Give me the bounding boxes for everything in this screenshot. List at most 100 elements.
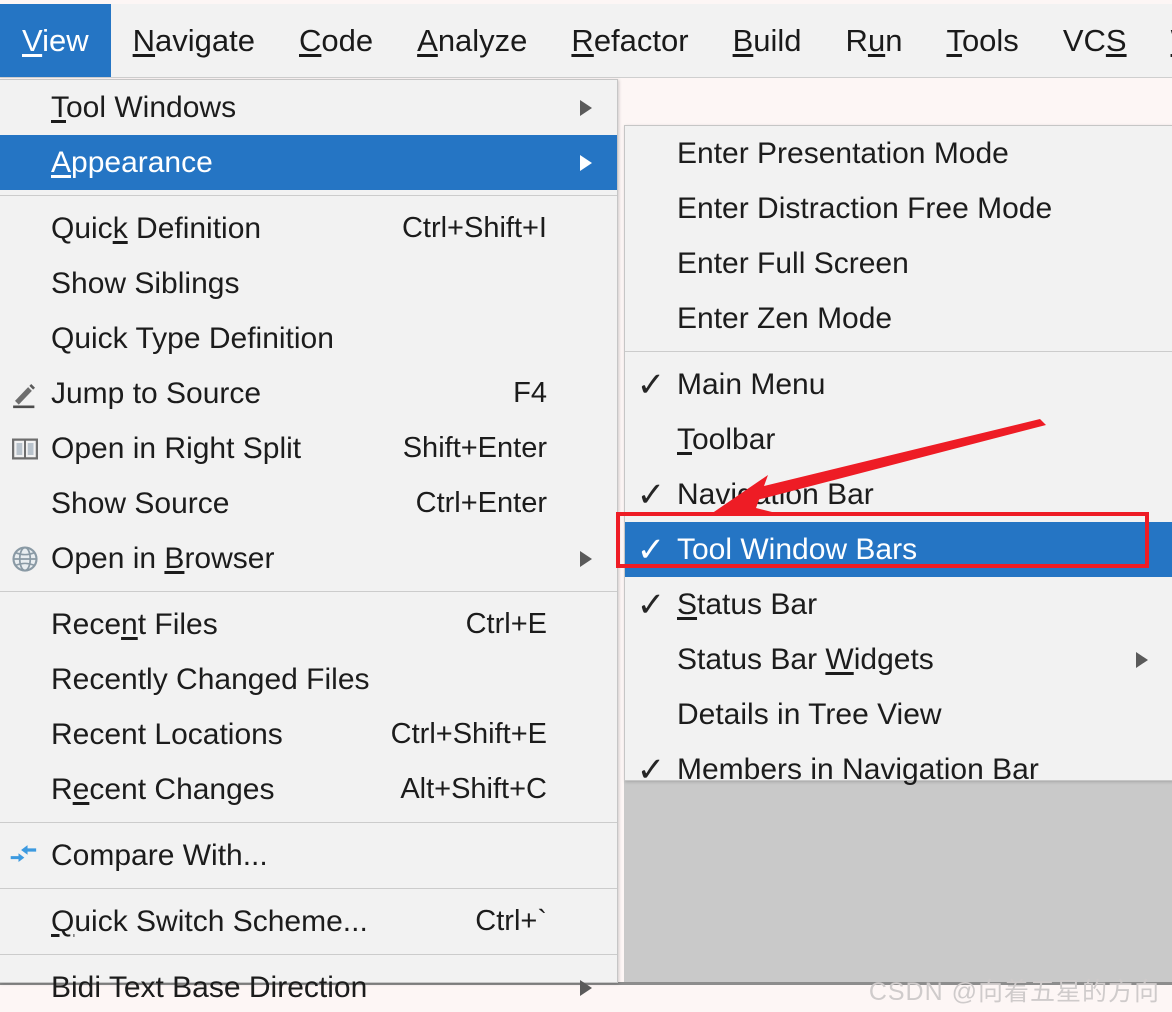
menu-item-label: Details in Tree View <box>677 697 942 731</box>
menu-item-status-bar-widgets[interactable]: Status Bar Widgets <box>625 632 1172 687</box>
menu-item-label: Status Bar <box>677 587 818 621</box>
menu-item-recently-changed-files[interactable]: Recently Changed Files <box>0 652 617 707</box>
globe-icon <box>0 544 51 574</box>
menu-separator <box>0 822 617 823</box>
menu-item-shortcut: Ctrl+Shift+I <box>401 212 547 244</box>
menu-item-jump-to-source[interactable]: Jump to Source F4 <box>0 366 617 421</box>
menubar-item-win[interactable]: Win <box>1149 4 1172 77</box>
menu-item-recent-files[interactable]: Recent Files Ctrl+E <box>0 597 617 652</box>
menu-item-details-in-tree-view[interactable]: Details in Tree View <box>625 687 1172 742</box>
check-icon: ✓ <box>636 365 666 404</box>
menu-item-shortcut: Alt+Shift+C <box>400 773 547 805</box>
menu-separator <box>0 888 617 889</box>
menubar-item-label: Build <box>732 22 802 58</box>
menubar-item-build[interactable]: Build <box>711 4 824 77</box>
appearance-submenu-popup: Enter Presentation Mode Enter Distraction… <box>624 125 1172 787</box>
menubar-item-label: View <box>22 22 89 58</box>
menu-item-label: Navigation Bar <box>677 477 874 511</box>
chevron-right-icon <box>569 97 617 119</box>
menubar-item-vcs[interactable]: VCS <box>1041 4 1149 77</box>
menu-item-shortcut: Ctrl+E <box>465 608 547 640</box>
menu-item-label: Recently Changed Files <box>51 662 370 696</box>
compare-icon <box>0 841 51 871</box>
menu-item-members-in-navigation-bar[interactable]: ✓ Members in Navigation Bar <box>625 742 1172 797</box>
menu-item-compare-with[interactable]: Compare With... <box>0 828 617 883</box>
chevron-right-icon <box>569 977 617 999</box>
menu-item-shortcut: F4 <box>513 377 547 409</box>
menu-item-main-menu[interactable]: ✓ Main Menu <box>625 357 1172 412</box>
menubar-item-label: Tools <box>946 22 1019 58</box>
check-icon: ✓ <box>636 475 666 514</box>
menubar-item-analyze[interactable]: Analyze <box>395 4 549 77</box>
check-icon: ✓ <box>636 750 666 789</box>
menu-item-status-bar[interactable]: ✓ Status Bar <box>625 577 1172 632</box>
menu-item-label: Enter Distraction Free Mode <box>677 191 1053 225</box>
menu-item-label: Quick Definition <box>51 211 262 245</box>
menubar-item-view[interactable]: View <box>0 4 111 77</box>
menu-item-enter-presentation-mode[interactable]: Enter Presentation Mode <box>625 126 1172 181</box>
menu-item-open-in-browser[interactable]: Open in Browser <box>0 531 617 586</box>
menu-separator <box>625 351 1172 352</box>
menu-item-quick-type-definition[interactable]: Quick Type Definition <box>0 311 617 366</box>
check-icon: ✓ <box>636 585 666 624</box>
split-pane-icon <box>0 434 51 464</box>
menubar-item-code[interactable]: Code <box>277 4 395 77</box>
chevron-right-icon <box>569 152 617 174</box>
menu-item-label: Recent Locations <box>51 717 283 751</box>
menu-item-show-siblings[interactable]: Show Siblings <box>0 256 617 311</box>
menu-item-label: Enter Presentation Mode <box>677 136 1009 170</box>
menu-item-bidi-text-base-direction[interactable]: Bidi Text Base Direction <box>0 960 617 1012</box>
menu-item-label: Recent Changes <box>51 772 275 806</box>
menubar-item-label: Navigate <box>132 22 255 58</box>
menu-item-label: Show Siblings <box>51 266 240 300</box>
menu-item-quick-definition[interactable]: Quick Definition Ctrl+Shift+I <box>0 201 617 256</box>
menu-item-appearance[interactable]: Appearance <box>0 135 617 190</box>
menu-item-shortcut: Ctrl+` <box>475 905 547 937</box>
menubar-item-tools[interactable]: Tools <box>924 4 1040 77</box>
chevron-right-icon <box>1125 649 1172 671</box>
check-icon: ✓ <box>636 530 666 569</box>
view-menu-popup: Tool Windows Appearance Quick Definition Ct… <box>0 79 618 1004</box>
menubar-item-refactor[interactable]: Refactor <box>549 4 710 77</box>
menu-item-label: Show Source <box>51 486 230 520</box>
menu-item-shortcut: Ctrl+Enter <box>415 487 547 519</box>
menu-item-label: Enter Zen Mode <box>677 301 893 335</box>
menu-item-enter-full-screen[interactable]: Enter Full Screen <box>625 236 1172 291</box>
menu-item-label: Recent Files <box>51 607 218 641</box>
menu-item-recent-locations[interactable]: Recent Locations Ctrl+Shift+E <box>0 707 617 762</box>
menu-item-shortcut: Shift+Enter <box>402 432 547 464</box>
menu-item-open-in-right-split[interactable]: Open in Right Split Shift+Enter <box>0 421 617 476</box>
menubar-item-run[interactable]: Run <box>824 4 925 77</box>
menu-item-label: Main Menu <box>677 367 826 401</box>
chevron-right-icon <box>569 548 617 570</box>
menu-item-label: Open in Browser <box>51 541 275 575</box>
menu-item-label: Status Bar Widgets <box>677 642 934 676</box>
menu-item-recent-changes[interactable]: Recent Changes Alt+Shift+C <box>0 762 617 817</box>
menu-item-tool-window-bars[interactable]: ✓ Tool Window Bars <box>625 522 1172 577</box>
menu-item-label: Enter Full Screen <box>677 246 909 280</box>
backdrop-plate <box>624 781 1172 983</box>
menu-separator <box>0 954 617 955</box>
menu-item-label: Tool Window Bars <box>677 532 918 566</box>
menu-item-label: Compare With... <box>51 838 268 872</box>
menu-item-label: Toolbar <box>677 422 776 456</box>
main-menu-bar: View Navigate Code Analyze Refactor Build Run T… <box>0 4 1172 78</box>
menu-item-label: Open in Right Split <box>51 431 302 465</box>
pencil-icon <box>0 379 51 409</box>
menu-item-enter-distraction-free-mode[interactable]: Enter Distraction Free Mode <box>625 181 1172 236</box>
menu-item-tool-windows[interactable]: Tool Windows <box>0 80 617 135</box>
watermark-text: CSDN @向着五星的方向 <box>868 978 1160 1006</box>
menu-separator <box>0 195 617 196</box>
menu-item-toolbar[interactable]: Toolbar <box>625 412 1172 467</box>
menu-separator <box>0 591 617 592</box>
menubar-item-label: Analyze <box>417 22 528 58</box>
menu-item-label: Members in Navigation Bar <box>677 752 1039 786</box>
menu-item-shortcut: Ctrl+Shift+E <box>390 718 547 750</box>
menu-item-navigation-bar[interactable]: ✓ Navigation Bar <box>625 467 1172 522</box>
menu-item-enter-zen-mode[interactable]: Enter Zen Mode <box>625 291 1172 346</box>
menu-item-quick-switch-scheme[interactable]: Quick Switch Scheme... Ctrl+` <box>0 894 617 949</box>
menu-item-show-source[interactable]: Show Source Ctrl+Enter <box>0 476 617 531</box>
menubar-item-navigate[interactable]: Navigate <box>111 4 277 77</box>
menu-item-label: Jump to Source <box>51 376 262 410</box>
menu-item-label: Quick Switch Scheme... <box>51 904 368 938</box>
